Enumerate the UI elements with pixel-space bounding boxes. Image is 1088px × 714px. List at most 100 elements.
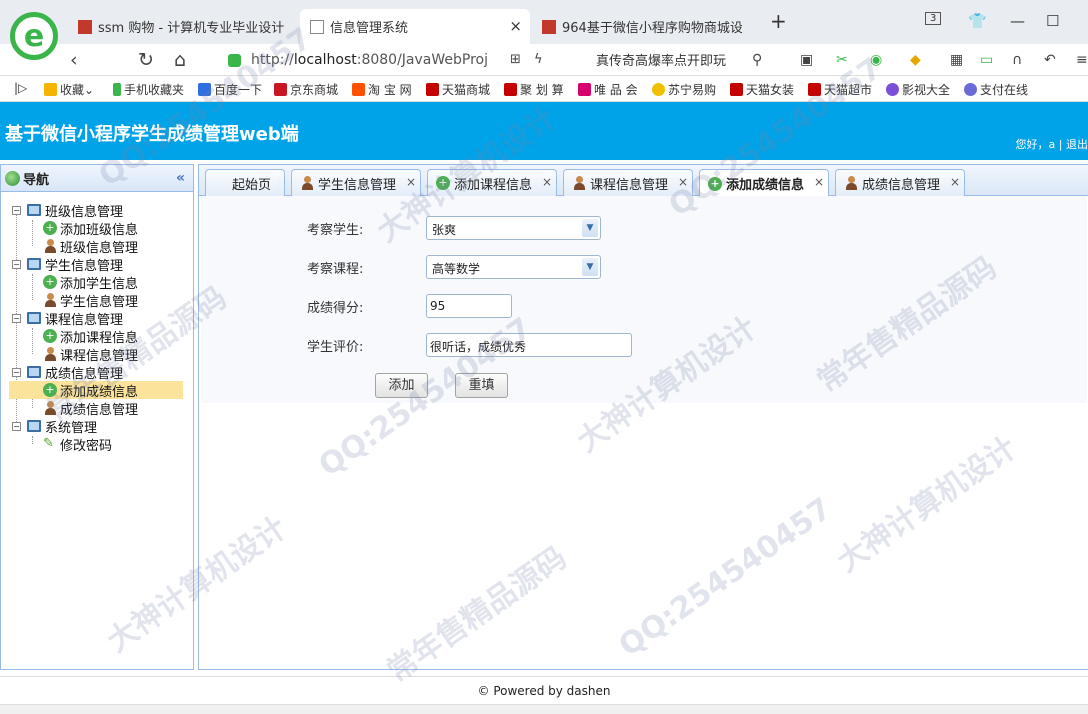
tab-label: 添加成绩信息 (726, 178, 805, 193)
student-select[interactable]: 张爽 ▼ (426, 216, 601, 240)
collapse-toggle-icon[interactable]: − (12, 422, 21, 431)
tab-label: 添加课程信息 (454, 177, 533, 193)
address-bar[interactable]: http://localhost:8080/JavaWebProj (228, 49, 578, 71)
translate-icon[interactable]: ◉ (870, 52, 882, 68)
bookmark-item[interactable]: 苏宁易购 (652, 81, 716, 98)
chevron-down-icon[interactable]: ▼ (582, 258, 598, 276)
tab-add-score[interactable]: + 添加成绩信息 × (699, 169, 829, 197)
scissors-icon[interactable]: ✂ (836, 52, 848, 68)
tab-score-manage[interactable]: 成绩信息管理 × (835, 169, 965, 196)
sidebar-item-manage-student[interactable]: 学生信息管理 (43, 291, 138, 310)
chevron-down-icon[interactable]: ▼ (582, 219, 598, 237)
reset-button[interactable]: 重填 (455, 373, 508, 398)
sidebar-item-add-score[interactable]: + 添加成绩信息 (9, 381, 183, 400)
close-icon[interactable]: × (678, 175, 688, 189)
bookmark-label: 手机收藏夹 (124, 83, 185, 97)
tmall-icon (426, 83, 439, 96)
tab-start[interactable]: 起始页 (205, 169, 285, 196)
score-input[interactable]: 95 (426, 294, 512, 318)
bookmark-item[interactable]: 天猫商城 (426, 81, 490, 98)
sidebar-item-change-password[interactable]: ✎ 修改密码 (43, 435, 112, 454)
collapse-toggle-icon[interactable]: − (12, 368, 21, 377)
sidebar-item-add-class[interactable]: + 添加班级信息 (43, 219, 139, 238)
battery-icon[interactable]: ▭ (980, 52, 993, 68)
tree-group-class[interactable]: 班级信息管理 (27, 201, 123, 220)
add-score-form: 考察学生: 张爽 ▼ 考察课程: 高等数学 ▼ 成绩得分: 95 学生评价: 很… (201, 196, 1087, 403)
bookmark-item[interactable]: 聚 划 算 (504, 81, 564, 98)
user-icon (43, 239, 57, 253)
bookmark-item[interactable]: 京东商城 (274, 81, 338, 98)
collapse-icon[interactable]: « (176, 170, 185, 186)
collapse-toggle-icon[interactable]: − (12, 260, 21, 269)
browser-tab-ssm[interactable]: ssm 购物 - 计算机专业毕业设计 (68, 9, 296, 44)
sidebar: 导航 « 班级信息管理 − + 添加班级信息 班级信息管理 学生信息管理 − + 添… (0, 164, 194, 670)
bookmark-item[interactable]: 淘 宝 网 (352, 81, 412, 98)
tab-course-manage[interactable]: 课程信息管理 × (563, 169, 693, 196)
undo-icon[interactable]: ↶ (1044, 52, 1056, 68)
tab-student-manage[interactable]: 学生信息管理 × (291, 169, 421, 196)
bookmark-label: 支付在线 (980, 83, 1029, 97)
new-tab-button[interactable]: + (770, 9, 787, 33)
lightning-icon[interactable]: ϟ (534, 52, 543, 67)
tab-count-badge[interactable]: 3 (925, 12, 942, 25)
tree-group-student[interactable]: 学生信息管理 (27, 255, 123, 274)
maximize-icon[interactable]: ☐ (1046, 12, 1059, 30)
add-icon: + (708, 176, 722, 191)
headphones-icon[interactable]: ∩ (1012, 52, 1022, 68)
bookmark-item[interactable]: 天猫女装 (730, 81, 794, 98)
sidebar-item-manage-score[interactable]: 成绩信息管理 (43, 399, 138, 418)
minimize-icon[interactable]: — (1010, 12, 1025, 30)
close-icon[interactable]: × (542, 175, 552, 189)
close-tab-icon[interactable]: × (509, 17, 522, 35)
sidebar-header: 导航 « (1, 165, 193, 192)
collapse-toggle-icon[interactable]: − (12, 206, 21, 215)
extension-icon[interactable]: ▣ (800, 52, 813, 68)
close-icon[interactable]: × (814, 175, 824, 189)
bookmark-item[interactable]: 百度一下 (198, 81, 262, 98)
search-icon[interactable]: ⚲ (752, 52, 762, 68)
bookmark-item[interactable]: 唯 品 会 (578, 81, 638, 98)
tree-group-course[interactable]: 课程信息管理 (27, 309, 123, 328)
bookmark-item[interactable]: 收藏 ⌄ (44, 81, 94, 98)
shirt-icon[interactable]: 👕 (968, 12, 987, 30)
browser-tab-964[interactable]: 964基于微信小程序购物商城设计 (532, 9, 742, 44)
apps-icon[interactable]: ▦ (950, 52, 963, 68)
search-suggestion[interactable]: 真传奇高爆率点开即玩 (596, 50, 726, 69)
comment-input[interactable]: 很听话，成绩优秀 (426, 333, 632, 357)
tree-group-score[interactable]: 成绩信息管理 (27, 363, 123, 382)
app-title: 基于微信小程序学生成绩管理web端 (5, 124, 299, 145)
sidebar-toggle-icon[interactable]: |▷ (14, 81, 27, 95)
bookmark-label: 苏宁易购 (668, 83, 717, 97)
user-icon (43, 347, 57, 361)
bookmark-label: 天猫女装 (746, 83, 795, 97)
url-rest: :8080/JavaWebProj (356, 52, 488, 68)
sidebar-item-add-student[interactable]: + 添加学生信息 (43, 273, 138, 292)
bookmark-label: 收藏 (60, 83, 85, 97)
tree-group-system[interactable]: 系统管理 (27, 417, 97, 436)
user-greeting[interactable]: 您好，a | 退出 (1016, 136, 1088, 152)
computer-icon (27, 366, 41, 378)
shield-icon[interactable]: ◆ (910, 52, 921, 68)
back-icon[interactable]: ‹ (70, 49, 78, 71)
close-icon[interactable]: × (950, 175, 960, 189)
home-icon[interactable]: ⌂ (174, 49, 186, 71)
bookmark-item[interactable]: 手机收藏夹 (113, 81, 184, 98)
menu-icon[interactable]: ≡ (1076, 52, 1088, 68)
course-select[interactable]: 高等数学 ▼ (426, 255, 601, 279)
refresh-icon[interactable]: ↻ (138, 49, 154, 71)
add-button[interactable]: 添加 (375, 373, 428, 398)
close-icon[interactable]: × (406, 175, 416, 189)
bookmark-item[interactable]: 支付在线 (964, 81, 1028, 98)
sidebar-item-label: 添加班级信息 (60, 222, 139, 238)
bookmark-item[interactable]: 影视大全 (886, 81, 950, 98)
collapse-toggle-icon[interactable]: − (12, 314, 21, 323)
sidebar-item-manage-class[interactable]: 班级信息管理 (43, 237, 138, 256)
grid-icon[interactable]: ⊞ (510, 52, 521, 67)
bookmark-item[interactable]: 天猫超市 (808, 81, 872, 98)
sidebar-item-manage-course[interactable]: 课程信息管理 (43, 345, 138, 364)
browser-tab-info[interactable]: 信息管理系统 × (300, 9, 530, 44)
sidebar-item-add-course[interactable]: + 添加课程信息 (43, 327, 138, 346)
browser-tab-bar: ssm 购物 - 计算机专业毕业设计 信息管理系统 × 964基于微信小程序购物… (0, 0, 1088, 44)
bookmark-label: 天猫商城 (442, 83, 491, 97)
tab-add-course[interactable]: + 添加课程信息 × (427, 169, 557, 196)
